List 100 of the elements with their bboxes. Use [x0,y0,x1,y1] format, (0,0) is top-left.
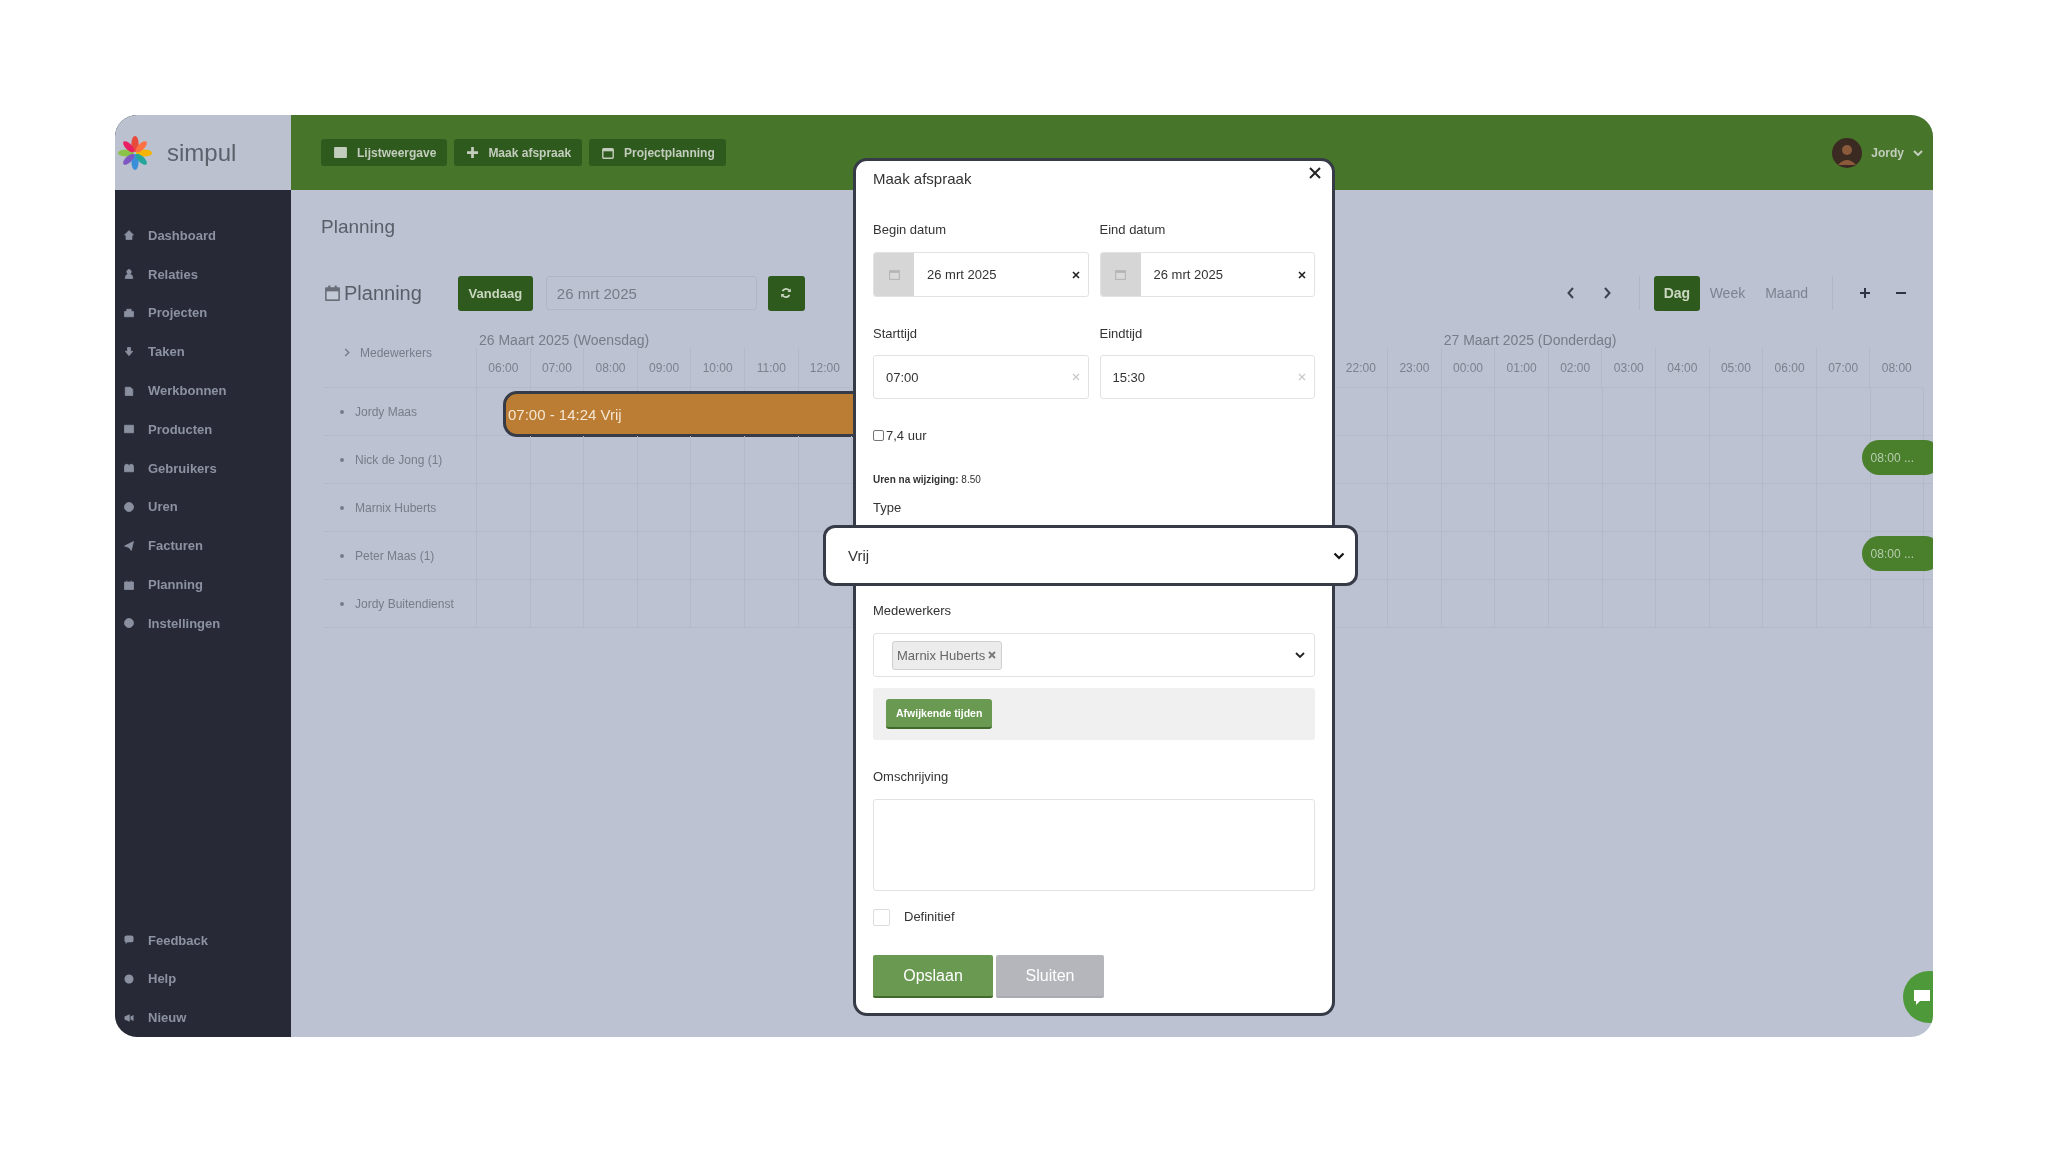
menu-item-icon [123,268,135,281]
hour-label: 03:00 [1601,348,1656,388]
sidebar-item[interactable]: Producten [115,410,291,449]
checkbox[interactable] [873,429,884,441]
event-bar[interactable]: 08:00 ... [1861,440,1933,475]
hour-label: 10:00 [690,348,744,388]
type-select[interactable]: Vrij [823,525,1358,586]
hour-label: 12:00 [797,348,852,388]
logo-text: simpul [167,138,237,167]
employee-name: Jordy Maas [355,404,418,419]
hour-label: 01:00 [1494,348,1548,388]
chevron-right-icon [1602,287,1611,299]
refresh-button[interactable] [767,275,805,311]
menu-item-icon [123,462,135,475]
field-label: Eindtijd [1099,325,1144,343]
day-label: 26 Maart 2025 (Woensdag) [478,331,651,348]
sidebar-item[interactable]: Help [115,959,291,999]
today-button[interactable]: Vandaag [457,275,533,311]
list-icon [334,147,347,158]
chevron-left-icon [1566,287,1575,299]
sidebar-item[interactable]: Instellingen [115,603,291,643]
sidebar-item[interactable]: Dashboard [115,216,291,255]
menu-item-icon [123,229,135,242]
menu-item-icon [123,423,135,436]
toolbar-button[interactable]: Lijstweergave [321,139,448,166]
hour-label: 06:00 [1762,348,1816,388]
calendar-icon [1114,268,1127,281]
menu-item-icon [123,1011,135,1024]
menu-item-icon [123,500,135,513]
hour-label: 23:00 [1387,348,1441,388]
menu-item-icon [123,934,135,946]
employee-name: Nick de Jong (1) [355,452,443,467]
sidebar-item[interactable]: Feedback [115,920,291,960]
field-label: Starttijd [873,325,919,343]
view-tab[interactable]: Dag [1653,275,1700,311]
remove-icon[interactable] [988,651,997,659]
sidebar-item[interactable]: Facturen [115,526,291,566]
hour-label: 11:00 [743,348,798,388]
page-title: Planning [321,215,395,239]
chat-icon [1912,988,1932,1006]
event-bar[interactable]: 08:00 ... [1861,536,1933,571]
clear-icon[interactable] [1071,270,1080,279]
hour-label: 04:00 [1655,348,1709,388]
field-label: Omschrijving [873,768,950,786]
chevron-down-icon [1295,651,1305,659]
employee-name: Jordy Buitendienst [355,596,454,611]
plus-icon [1860,288,1870,298]
sidebar-item[interactable]: Taken [115,332,291,372]
menu-item-icon [123,345,135,358]
checkbox-label: Definitief [904,908,955,926]
toolbar-button[interactable]: Maak afspraak [454,139,583,166]
field-label: Begin datum [873,221,947,239]
field-label: Eind datum [1099,221,1167,239]
time-input-field[interactable]: 07:00 [873,355,1089,399]
sidebar-item[interactable]: Projecten [115,293,291,333]
toolbar-button[interactable]: Projectplanning [589,139,726,166]
date-input-field[interactable]: 26 mrt 2025 [873,252,1089,297]
sidebar-item[interactable]: Nieuw [115,998,291,1037]
hour-label: 06:00 [476,348,530,388]
description-field[interactable] [873,799,1315,891]
hour-label: 05:00 [1708,348,1763,388]
plus-icon [467,147,479,158]
calendar-icon [324,284,341,302]
hour-label: 08:00 [1869,348,1924,388]
deviating-times-button[interactable]: Afwijkende tijden [886,699,993,729]
flower-logo-icon [117,134,153,171]
save-button[interactable]: Opslaan [873,955,993,998]
sidebar-item[interactable]: Planning [115,565,291,604]
date-input-field[interactable]: 26 mrt 2025 [1099,252,1315,297]
chevron-down-icon [1333,551,1345,560]
chevron-right-icon[interactable] [344,348,350,357]
hour-label: 09:00 [636,348,691,388]
user-name[interactable]: Jordy [1871,145,1904,160]
calendar-icon [887,268,901,281]
hour-label: 00:00 [1440,348,1495,388]
field-label: Medewerkers [873,602,953,620]
hour-label: 07:00 [529,348,584,388]
employee-name: Marnix Huberts [355,500,437,515]
calendar-icon [602,146,615,159]
employee-tag[interactable]: Marnix Huberts [892,640,1003,670]
avatar [1832,137,1863,168]
chevron-down-icon[interactable] [1913,149,1923,156]
menu-item-icon [123,617,135,630]
planning-title: Planning [344,281,422,305]
employee-select[interactable]: Marnix Huberts [873,633,1315,677]
time-input-field[interactable]: 15:30 [1099,355,1315,399]
sidebar-item[interactable]: Relaties [115,254,291,294]
column-header: Medewerkers [360,345,433,360]
date-field[interactable]: 26 mrt 2025 [545,276,757,310]
dialog-title: Maak afspraak [873,169,972,187]
sidebar-item[interactable]: Werkbonnen [115,371,291,410]
menu-item-icon [123,972,135,985]
hour-label: 02:00 [1547,348,1602,388]
clear-icon[interactable] [1298,270,1306,279]
menu-item-icon [123,307,135,319]
day-label: 27 Maart 2025 (Donderdag) [1442,331,1618,348]
sidebar-item[interactable]: Uren [115,487,291,527]
sidebar-item[interactable]: Gebruikers [115,448,291,488]
employee-name: Peter Maas (1) [355,548,435,563]
menu-item-icon [123,539,135,552]
